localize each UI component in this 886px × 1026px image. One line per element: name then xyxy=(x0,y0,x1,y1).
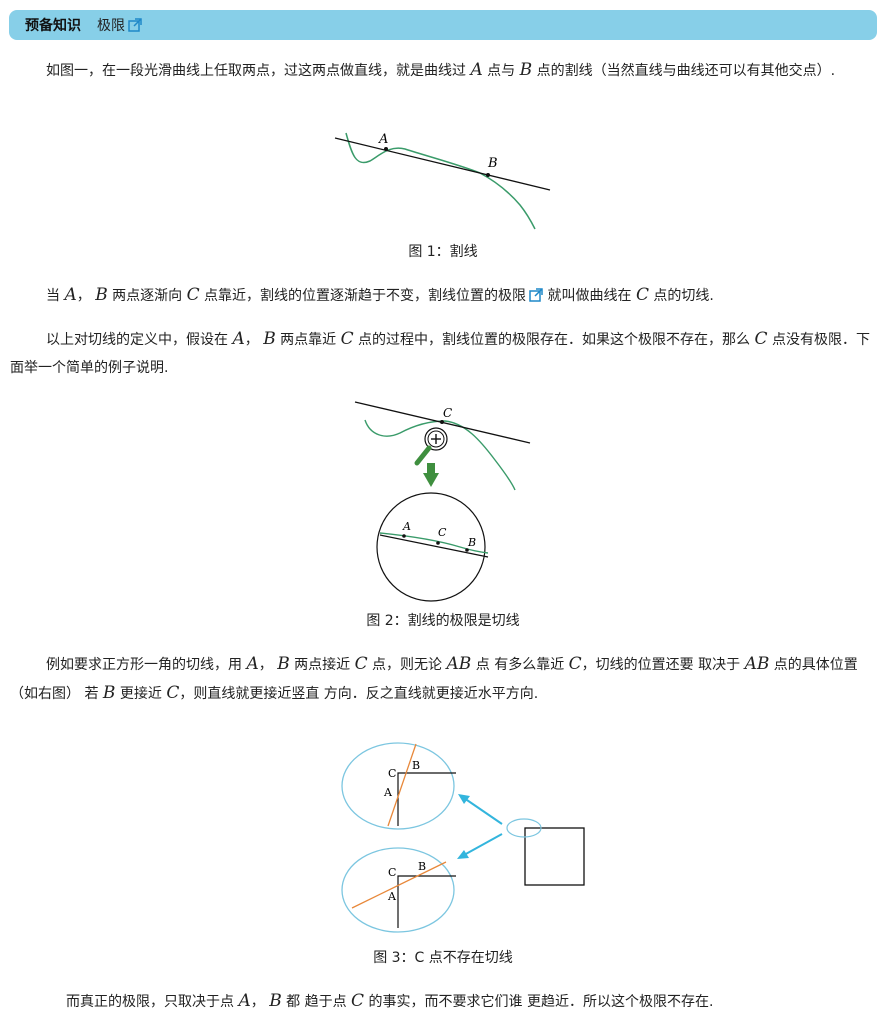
bottom-label-c: C xyxy=(388,866,396,879)
bottom-label-b: B xyxy=(418,860,426,873)
math-C: C xyxy=(166,683,180,703)
text: ， xyxy=(250,994,270,1010)
point-a xyxy=(384,147,388,151)
magnifier-icon xyxy=(414,427,448,466)
bottom-corner xyxy=(397,875,456,928)
point-b xyxy=(486,173,490,177)
text: 当 xyxy=(46,288,65,304)
figure-1-secant: A B xyxy=(334,132,551,230)
math-A: A xyxy=(246,654,259,674)
math-A: A xyxy=(470,60,483,80)
external-link-icon[interactable] xyxy=(529,288,543,302)
math-C: C xyxy=(340,329,354,349)
paragraph-secant-intro: 如图一，在一段光滑曲线上任取两点，过这两点做直线，就是曲线过 A 点与 B 点的… xyxy=(10,56,876,85)
math-A: A xyxy=(64,285,77,305)
figure-3-caption: 图 3：C 点不存在切线 xyxy=(373,950,513,966)
text: ，切线的位置还要 取决于 xyxy=(581,657,745,673)
math-C: C xyxy=(754,329,768,349)
text: 两点接近 xyxy=(289,657,355,673)
math-AB: AB xyxy=(446,654,472,674)
text: 两点逐渐向 xyxy=(107,288,187,304)
text: 的事实，而不要求它们谁 更趋近．所以这个极限不存在. xyxy=(364,994,714,1010)
top-orange-line xyxy=(387,743,417,827)
prerequisite-title: 预备知识 xyxy=(25,18,81,34)
text: ， xyxy=(76,288,96,304)
math-AB: AB xyxy=(744,654,770,674)
math-B: B xyxy=(102,683,116,703)
math-B: B xyxy=(269,991,282,1011)
top-label-b: B xyxy=(412,759,420,772)
text: ， xyxy=(258,657,278,673)
down-arrow-icon xyxy=(423,463,439,487)
zoom-point-a xyxy=(402,534,406,538)
text: 点与 xyxy=(482,63,520,79)
label-c-top: C xyxy=(443,406,452,420)
top-corner xyxy=(397,772,456,826)
math-C: C xyxy=(354,654,368,674)
math-B: B xyxy=(263,329,276,349)
text: 如图一，在一段光滑曲线上任取两点，过这两点做直线，就是曲线过 xyxy=(46,63,471,79)
math-C: C xyxy=(635,285,649,305)
text: 以上对切线的定义中，假设在 xyxy=(46,332,233,348)
text: 都 趋于点 xyxy=(281,994,352,1010)
label-c: C xyxy=(438,526,447,539)
limit-link-label[interactable]: 极限 xyxy=(97,15,125,35)
arrow-to-bottom-icon xyxy=(457,833,503,859)
zoom-point-c xyxy=(436,541,440,545)
text: 点的过程中，割线位置的极限存在．如果这个极限不存在，那么 xyxy=(353,332,755,348)
text: 点的割线（当然直线与曲线还可以有其他交点）. xyxy=(532,63,836,79)
figure-1-caption: 图 1：割线 xyxy=(408,244,478,260)
paragraph-tangent-definition: 当 A， B 两点逐渐向 C 点靠近，割线的位置逐渐趋于不变，割线位置的极限 就… xyxy=(10,281,876,310)
point-c xyxy=(440,420,444,424)
text: 而真正的极限，只取决于点 xyxy=(66,994,239,1010)
prerequisite-bar: 预备知识 极限 xyxy=(9,10,877,40)
external-link-icon[interactable] xyxy=(128,18,142,32)
math-C: C xyxy=(351,991,365,1011)
math-B: B xyxy=(519,60,533,80)
text: 点靠近，割线的位置逐渐趋于不变，割线位置的极限 xyxy=(199,288,527,304)
label-a: A xyxy=(402,520,411,533)
text: 点 有多么靠近 xyxy=(471,657,569,673)
paragraph-limit-exists: 以上对切线的定义中，假设在 A， B 两点靠近 C 点的过程中，割线位置的极限存… xyxy=(10,325,876,382)
figure-3-square-corner: C B A C B A xyxy=(341,742,585,933)
math-A: A xyxy=(232,329,245,349)
math-C: C xyxy=(186,285,200,305)
text: ，则直线就更接近竖直 方向．反之直线就更接近水平方向. xyxy=(179,686,539,702)
math-C: C xyxy=(568,654,582,674)
bottom-label-a: A xyxy=(387,890,397,903)
limit-link[interactable]: 极限 xyxy=(97,15,142,35)
text: 点，则无论 xyxy=(367,657,447,673)
text: 就叫做曲线在 xyxy=(543,288,636,304)
text: 更接近 xyxy=(115,686,167,702)
math-A: A xyxy=(238,991,251,1011)
text: 例如要求正方形一角的切线，用 xyxy=(46,657,247,673)
paragraph-conclusion: 而真正的极限，只取决于点 A， B 都 趋于点 C 的事实，而不要求它们谁 更趋… xyxy=(10,987,876,1016)
bottom-orange-line xyxy=(351,861,447,909)
label-b: B xyxy=(467,536,476,549)
figure-2-caption: 图 2：割线的极限是切线 xyxy=(366,613,520,629)
math-B: B xyxy=(95,285,108,305)
paragraph-square-corner: 例如要求正方形一角的切线，用 A， B 两点接近 C 点，则无论 AB 点 有多… xyxy=(10,650,876,708)
text: 两点靠近 xyxy=(275,332,341,348)
top-label-a: A xyxy=(383,786,393,799)
arrow-to-top-icon xyxy=(458,794,503,825)
figure-2-tangent-zoom: C A C B xyxy=(354,401,531,602)
secant-line xyxy=(334,137,551,191)
label-b: B xyxy=(487,156,498,171)
label-a: A xyxy=(378,132,388,147)
math-B: B xyxy=(277,654,290,674)
text: 点的切线. xyxy=(648,288,714,304)
square xyxy=(524,827,585,886)
text: ， xyxy=(244,332,264,348)
top-label-c: C xyxy=(388,767,396,780)
